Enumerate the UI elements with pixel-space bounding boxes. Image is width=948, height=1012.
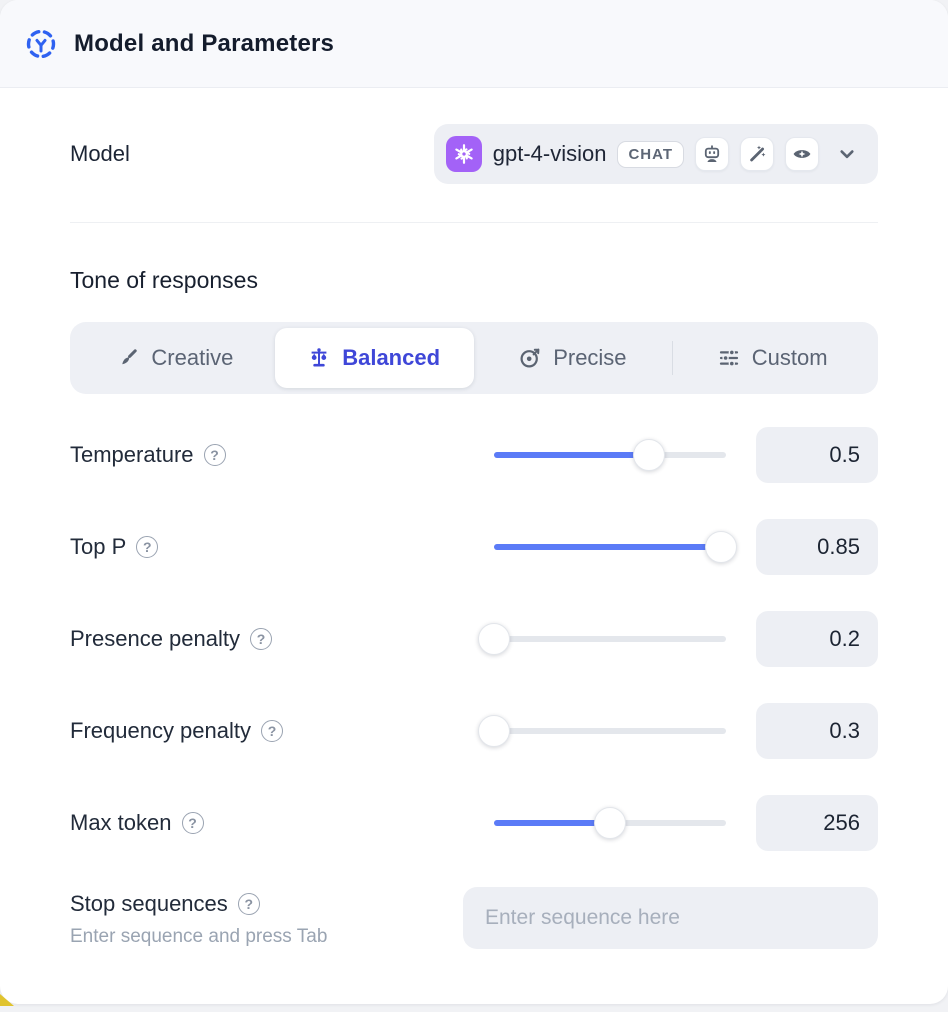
parameter-value[interactable]: 0.5 xyxy=(756,427,878,483)
parameter-value[interactable]: 0.85 xyxy=(756,519,878,575)
parameter-value[interactable]: 0.3 xyxy=(756,703,878,759)
model-parameters-panel: Model and Parameters Model xyxy=(0,0,948,1004)
vision-eye-icon xyxy=(785,137,819,171)
paintbrush-icon xyxy=(117,347,139,369)
parameter-row: Frequency penalty ? 0.3 xyxy=(70,703,878,759)
panel-title: Model and Parameters xyxy=(74,30,334,58)
help-icon[interactable]: ? xyxy=(136,536,158,558)
parameter-slider[interactable] xyxy=(494,439,726,471)
help-icon[interactable]: ? xyxy=(204,444,226,466)
tone-segmented-control: Creative Balanced xyxy=(70,322,878,394)
parameter-slider[interactable] xyxy=(494,531,726,563)
parameter-value[interactable]: 256 xyxy=(756,795,878,851)
parameter-label: Max token xyxy=(70,810,172,836)
slider-thumb[interactable] xyxy=(478,623,510,655)
tone-option-precise[interactable]: Precise xyxy=(474,328,673,388)
stop-sequences-helper: Enter sequence and press Tab xyxy=(70,926,463,948)
slider-fill xyxy=(494,544,721,550)
slider-thumb[interactable] xyxy=(705,531,737,563)
stop-sequence-input[interactable] xyxy=(463,887,878,949)
parameter-slider[interactable] xyxy=(494,623,726,655)
parameter-label: Top P xyxy=(70,534,126,560)
scales-icon xyxy=(308,347,330,369)
slider-thumb[interactable] xyxy=(633,439,665,471)
slider-track[interactable] xyxy=(494,636,726,642)
model-label: Model xyxy=(70,141,130,167)
model-row: Model gpt-4-vision CH xyxy=(70,124,878,184)
robot-icon xyxy=(695,137,729,171)
stop-sequences-row: Stop sequences ? Enter sequence and pres… xyxy=(70,887,878,949)
slider-fill xyxy=(494,452,649,458)
tone-option-balanced[interactable]: Balanced xyxy=(275,328,474,388)
help-icon[interactable]: ? xyxy=(182,812,204,834)
openai-logo-icon xyxy=(446,136,482,172)
slider-thumb[interactable] xyxy=(478,715,510,747)
tone-option-custom[interactable]: Custom xyxy=(673,328,872,388)
slider-track[interactable] xyxy=(494,728,726,734)
parameter-label: Temperature xyxy=(70,442,194,468)
sliders-icon xyxy=(718,347,740,369)
parameter-label: Presence penalty xyxy=(70,626,240,652)
tone-option-label: Creative xyxy=(151,345,233,371)
slider-track[interactable] xyxy=(494,544,726,550)
help-icon[interactable]: ? xyxy=(238,893,260,915)
help-icon[interactable]: ? xyxy=(250,628,272,650)
stop-sequences-label: Stop sequences xyxy=(70,891,228,917)
magic-wand-icon xyxy=(740,137,774,171)
parameter-row: Max token ? 256 xyxy=(70,795,878,851)
target-icon xyxy=(519,347,541,369)
slider-fill xyxy=(494,820,610,826)
slider-track[interactable] xyxy=(494,452,726,458)
selected-model-name: gpt-4-vision xyxy=(493,141,607,167)
parameter-row: Presence penalty ? 0.2 xyxy=(70,611,878,667)
help-icon[interactable]: ? xyxy=(261,720,283,742)
parameter-list: Temperature ? 0.5 Top P ? 0.85 Presence … xyxy=(70,427,878,851)
background-corner-accent xyxy=(0,994,14,1006)
chevron-down-icon xyxy=(836,143,858,165)
section-divider xyxy=(70,222,878,223)
parameter-value[interactable]: 0.2 xyxy=(756,611,878,667)
parameter-label: Frequency penalty xyxy=(70,718,251,744)
tone-option-creative[interactable]: Creative xyxy=(76,328,275,388)
parameter-row: Temperature ? 0.5 xyxy=(70,427,878,483)
slider-thumb[interactable] xyxy=(594,807,626,839)
parameter-row: Top P ? 0.85 xyxy=(70,519,878,575)
panel-header: Model and Parameters xyxy=(0,0,948,88)
tone-heading: Tone of responses xyxy=(70,267,878,294)
tone-option-label: Custom xyxy=(752,345,828,371)
model-type-badge: CHAT xyxy=(617,141,684,168)
parameter-slider[interactable] xyxy=(494,807,726,839)
tone-option-label: Precise xyxy=(553,345,626,371)
model-hub-icon xyxy=(24,27,58,61)
tone-option-label: Balanced xyxy=(342,345,440,371)
parameter-slider[interactable] xyxy=(494,715,726,747)
model-select-dropdown[interactable]: gpt-4-vision CHAT xyxy=(434,124,878,184)
